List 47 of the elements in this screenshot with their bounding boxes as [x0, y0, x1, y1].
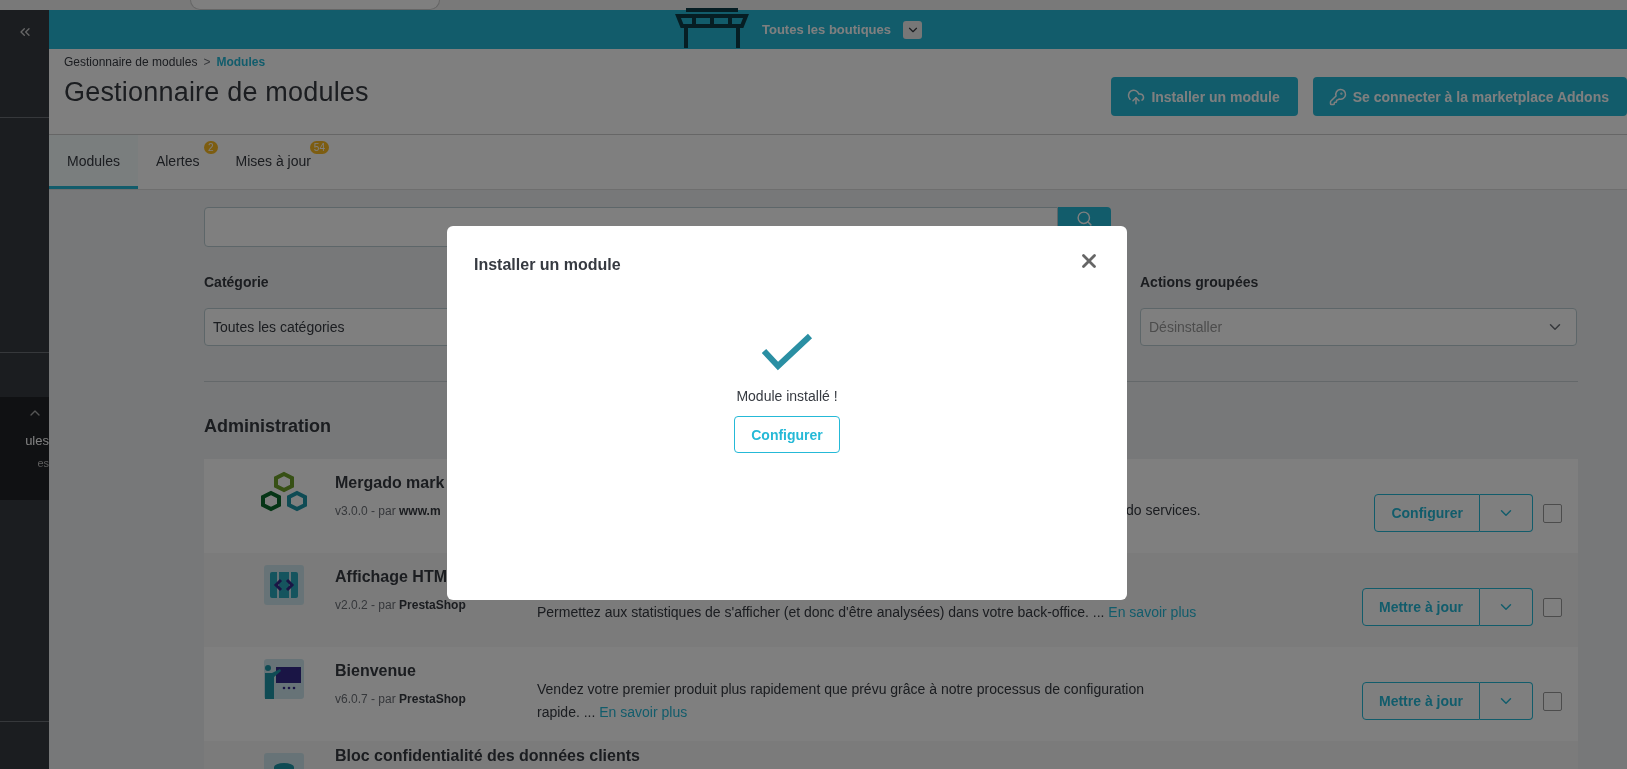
checkbox[interactable] — [1543, 597, 1562, 617]
dropdown-button[interactable] — [1480, 494, 1533, 532]
filter-label: Actions groupées — [1140, 274, 1260, 290]
action-button[interactable]: Mettre à jour — [1362, 682, 1480, 720]
shop-selector-label: Toutes les boutiques — [761, 22, 892, 37]
checkmark-icon — [761, 332, 813, 372]
checkbox[interactable] — [1543, 691, 1562, 711]
module-name: Bloc confidentialité des données clients — [335, 747, 641, 765]
module-version: v2.0.2 - par PrestaShop — [335, 598, 467, 612]
breadcrumb-separator: > — [203, 55, 211, 69]
module-version: v6.0.7 - par PrestaShop — [335, 692, 467, 706]
filter-label: Catégorie — [204, 274, 270, 290]
module-version: v3.0.0 - par www.m — [335, 504, 442, 518]
upload-icon — [1127, 87, 1146, 106]
sidebar-item[interactable]: ules — [25, 429, 49, 452]
action-button[interactable]: Configurer — [1374, 494, 1480, 532]
learn-more-link[interactable]: En savoir plus — [599, 704, 688, 720]
module-name: Mergado mark — [335, 474, 446, 492]
toolbar-button[interactable]: Installer un module — [1111, 77, 1298, 116]
sidebar-item[interactable]: es — [37, 452, 49, 475]
breadcrumb-link[interactable]: Modules — [216, 55, 266, 69]
dropdown-button[interactable] — [1480, 588, 1533, 626]
action-button[interactable]: Mettre à jour — [1362, 588, 1480, 626]
page-title: Gestionnaire de modules — [64, 77, 369, 108]
toolbar-button[interactable]: Se connecter à la marketplace Addons — [1312, 77, 1627, 116]
dropdown-button[interactable] — [1480, 682, 1533, 720]
section-title: Administration — [204, 415, 331, 437]
configure-button[interactable]: Configurer — [734, 416, 840, 453]
module-description: Vendez votre premier produit plus rapidement que prévu grâce à notre processus de configuration rapide. ... En savoir plus — [537, 680, 1146, 722]
checkbox[interactable] — [1543, 503, 1562, 523]
tab[interactable]: Alertes 2 — [137, 135, 218, 189]
key-icon — [1328, 87, 1347, 106]
module-description: do services. — [1125, 501, 1202, 520]
learn-more-link[interactable]: En savoir plus — [1108, 604, 1197, 620]
tab[interactable]: Modules — [49, 135, 138, 189]
module-name: Affichage HTM — [335, 568, 448, 586]
success-message: Module installé ! — [736, 388, 838, 404]
modal-title: Installer un module — [474, 256, 621, 274]
code-icon — [263, 565, 304, 605]
breadcrumb-link[interactable]: Gestionnaire de modules — [64, 55, 198, 69]
module-name: Bienvenue — [335, 662, 417, 680]
shop-dropdown-button[interactable] — [903, 20, 923, 39]
count-badge: 2 — [203, 141, 218, 154]
store-icon — [673, 5, 750, 48]
presenter-icon — [263, 659, 304, 699]
count-badge: 54 — [309, 141, 329, 154]
tab[interactable]: Mises à jour 54 — [217, 135, 329, 189]
